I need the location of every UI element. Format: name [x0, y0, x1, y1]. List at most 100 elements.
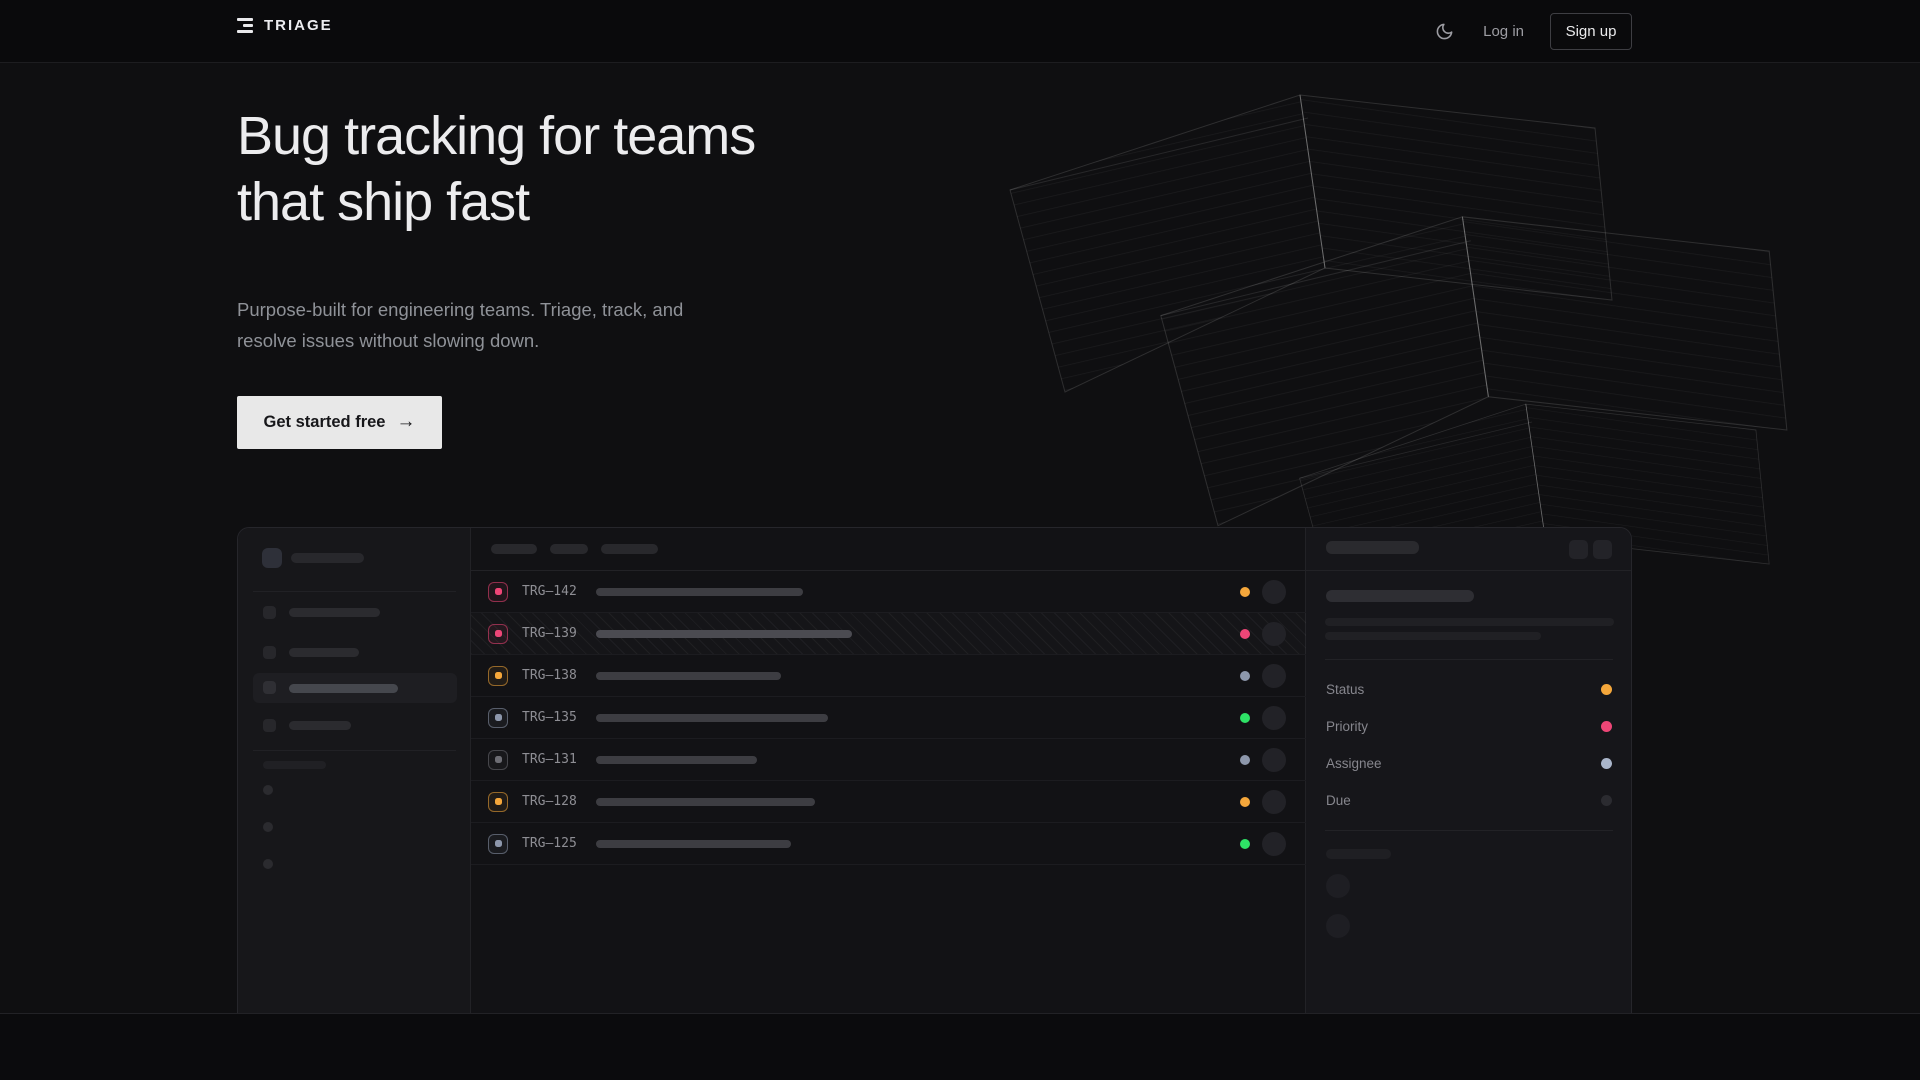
- sheet-b: [1161, 217, 1787, 526]
- detail-panel: Status Priority Assignee Due: [1306, 528, 1632, 1013]
- activity-avatar-skeleton: [1326, 874, 1350, 898]
- priority-icon: [488, 792, 508, 812]
- sidebar-section-skeleton: [263, 761, 326, 769]
- detail-header-skeleton: [1326, 541, 1419, 554]
- sidebar-dot-skeleton: [263, 859, 273, 869]
- tab-skeleton[interactable]: [601, 544, 658, 554]
- tab-skeleton[interactable]: [491, 544, 537, 554]
- brand-name: TRIAGE: [264, 17, 333, 34]
- property-row[interactable]: Status: [1306, 671, 1632, 708]
- property-row[interactable]: Due: [1306, 782, 1632, 819]
- assignee-avatar: [1262, 706, 1286, 730]
- issue-row[interactable]: TRG–138: [471, 655, 1306, 697]
- nav-actions: Log in Sign up: [1431, 0, 1632, 63]
- hero-subtitle: Purpose-built for engineering teams. Tri…: [237, 294, 683, 356]
- sidebar-item-icon: [263, 719, 276, 732]
- priority-icon: [488, 624, 508, 644]
- issue-id: TRG–142: [522, 584, 586, 599]
- priority-icon: [488, 582, 508, 602]
- status-dot: [1240, 755, 1250, 765]
- issue-row[interactable]: TRG–128: [471, 781, 1306, 823]
- description-skeleton: [1325, 618, 1614, 626]
- issue-list: TRG–142 TRG–139 TRG–138 TRG–135 TRG–131 TRG–1…: [471, 571, 1306, 865]
- issue-title-skeleton: [1326, 590, 1474, 602]
- issue-id: TRG–135: [522, 710, 586, 725]
- moon-icon: [1435, 22, 1454, 41]
- issue-id: TRG–138: [522, 668, 586, 683]
- issue-row[interactable]: TRG–135: [471, 697, 1306, 739]
- sheet-a: [1010, 95, 1612, 392]
- status-dot: [1240, 839, 1250, 849]
- status-dot: [1240, 671, 1250, 681]
- status-dot: [1240, 797, 1250, 807]
- issue-row[interactable]: TRG–139: [471, 613, 1306, 655]
- workspace-name-skeleton: [291, 553, 364, 563]
- priority-icon: [488, 834, 508, 854]
- issue-title-skeleton: [596, 840, 791, 848]
- property-label: Status: [1326, 682, 1364, 697]
- sidebar-item-icon: [263, 606, 276, 619]
- property-value-dot: [1601, 721, 1612, 732]
- sidebar-divider: [253, 750, 456, 751]
- sidebar-item-skeleton: [289, 608, 380, 617]
- issue-list-column: TRG–142 TRG–139 TRG–138 TRG–135 TRG–131 TRG–1…: [471, 528, 1306, 1013]
- hero-title: Bug tracking for teamsthat ship fast: [237, 103, 755, 235]
- status-dot: [1240, 629, 1250, 639]
- brand-logo[interactable]: TRIAGE: [237, 17, 333, 34]
- assignee-avatar: [1262, 748, 1286, 772]
- mockup-sidebar: [238, 528, 471, 1013]
- signup-button[interactable]: Sign up: [1550, 13, 1632, 50]
- login-link[interactable]: Log in: [1483, 23, 1524, 40]
- property-label: Assignee: [1326, 756, 1382, 771]
- assignee-avatar: [1262, 790, 1286, 814]
- workspace-icon-skeleton: [262, 548, 282, 568]
- sidebar-item-skeleton: [289, 721, 351, 730]
- issue-row[interactable]: TRG–125: [471, 823, 1306, 865]
- issue-row[interactable]: TRG–131: [471, 739, 1306, 781]
- issue-title-skeleton: [596, 588, 803, 596]
- sidebar-item-icon: [263, 646, 276, 659]
- sidebar-divider: [253, 591, 456, 592]
- issue-id: TRG–131: [522, 752, 586, 767]
- issue-list-header: [471, 528, 1306, 571]
- panel-divider: [1325, 830, 1613, 831]
- status-dot: [1240, 713, 1250, 723]
- issue-title-skeleton: [596, 714, 828, 722]
- panel-action-button[interactable]: [1569, 540, 1588, 559]
- property-row[interactable]: Priority: [1306, 708, 1632, 745]
- property-row[interactable]: Assignee: [1306, 745, 1632, 782]
- triage-logo-icon: [237, 18, 253, 33]
- sidebar-item-skeleton: [289, 684, 398, 693]
- property-label: Due: [1326, 793, 1351, 808]
- tab-skeleton[interactable]: [550, 544, 588, 554]
- status-dot: [1240, 587, 1250, 597]
- issue-id: TRG–128: [522, 794, 586, 809]
- description-skeleton: [1325, 632, 1541, 640]
- sidebar-item-icon: [263, 681, 276, 694]
- issue-title-skeleton: [596, 756, 757, 764]
- get-started-button[interactable]: Get started free →: [237, 396, 442, 449]
- arrow-right-icon: →: [396, 411, 415, 433]
- footer-strip: [0, 1013, 1920, 1080]
- priority-icon: [488, 750, 508, 770]
- sidebar-dot-skeleton: [263, 822, 273, 832]
- theme-toggle-button[interactable]: [1431, 19, 1457, 45]
- sidebar-dot-skeleton: [263, 785, 273, 795]
- priority-icon: [488, 708, 508, 728]
- panel-divider: [1325, 659, 1613, 660]
- activity-avatar-skeleton: [1326, 914, 1350, 938]
- property-value-dot: [1601, 684, 1612, 695]
- issue-row[interactable]: TRG–142: [471, 571, 1306, 613]
- panel-action-button[interactable]: [1593, 540, 1612, 559]
- priority-icon: [488, 666, 508, 686]
- app-mockup-card: TRG–142 TRG–139 TRG–138 TRG–135 TRG–131 TRG–1…: [237, 527, 1632, 1013]
- issue-id: TRG–139: [522, 626, 586, 641]
- property-value-dot: [1601, 758, 1612, 769]
- issue-id: TRG–125: [522, 836, 586, 851]
- detail-panel-header: [1306, 528, 1632, 571]
- sidebar-item-skeleton: [289, 648, 359, 657]
- landing-page: TRIAGE Log in Sign up: [0, 0, 1920, 1080]
- assignee-avatar: [1262, 832, 1286, 856]
- property-label: Priority: [1326, 719, 1368, 734]
- issue-title-skeleton: [596, 630, 852, 638]
